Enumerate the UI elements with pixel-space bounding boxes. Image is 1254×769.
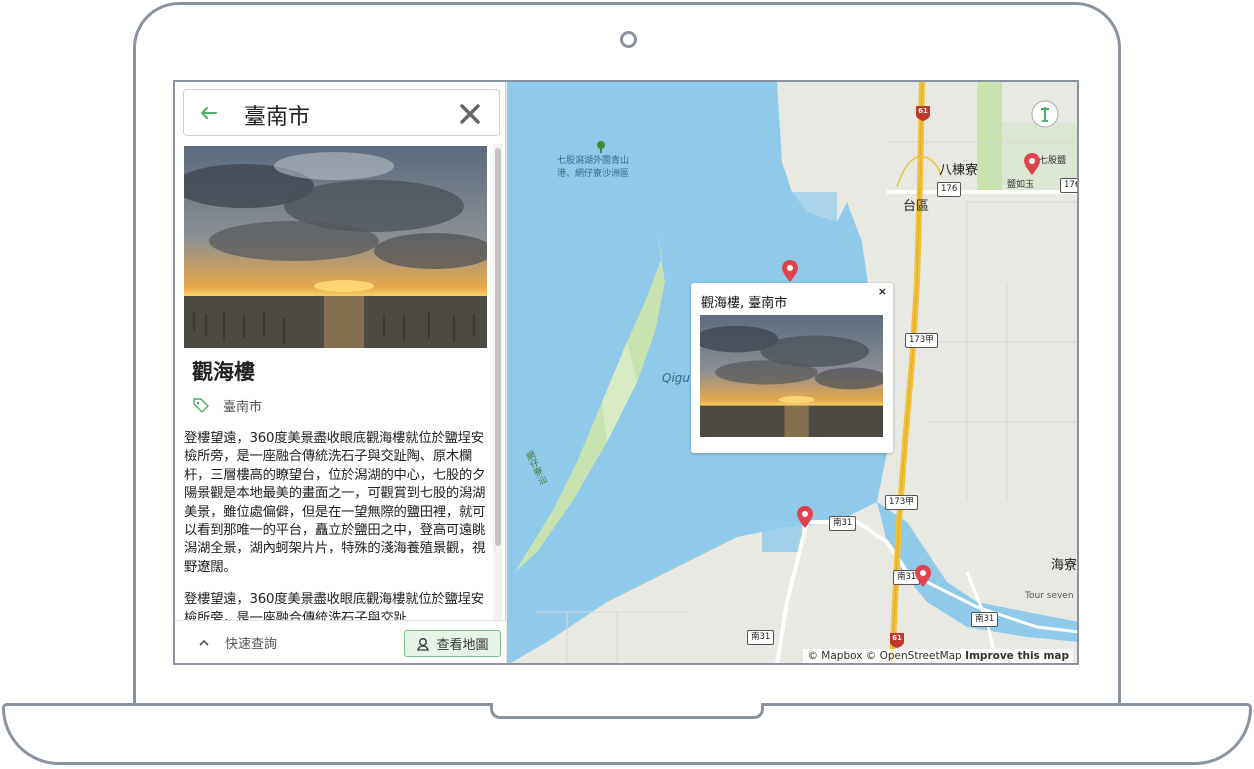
map-canvas[interactable]: 七股潟湖外圍青山 港、網仔寮沙洲區 八棟寮 台區 Qigu 網仔寮汕 海寮 To…: [507, 82, 1078, 663]
attribution-mapbox[interactable]: © Mapbox: [807, 650, 862, 662]
search-query[interactable]: 臺南市: [244, 99, 310, 131]
place-description: 登樓望遠，360度美景盡收眼底觀海樓就位於鹽埕安檢所旁，是一座融合傳統洗石子與交…: [184, 430, 489, 620]
map-marker-icon[interactable]: [915, 565, 931, 587]
app-screen: 臺南市 觀海樓 臺南市 登樓望遠，360度美景盡收眼底觀海樓就位於鹽埕安檢所旁，…: [173, 80, 1079, 665]
attribution-osm[interactable]: © OpenStreetMap: [866, 650, 962, 662]
map-label-park2: 港、網仔寮沙洲區: [557, 169, 630, 179]
map-label-qigu: Qigu: [662, 371, 691, 385]
camera-icon: [620, 31, 637, 48]
description-paragraph: 登樓望遠，360度美景盡收眼底觀海樓就位於鹽埕安檢所旁，是一座融合傳統洗石子與交…: [184, 431, 486, 575]
place-category: 臺南市: [223, 400, 263, 415]
popup-close-button[interactable]: ×: [878, 285, 887, 298]
place-title: 觀海樓: [192, 360, 255, 384]
chevron-up-icon: [199, 639, 209, 646]
road-176-shield: 176: [1060, 178, 1077, 193]
map-label-yanru: 鹽如玉: [1007, 180, 1035, 190]
map-pin-icon: [417, 637, 430, 651]
highway-61-label: 61: [892, 634, 902, 642]
quick-search-toggle[interactable]: 快速查詢: [197, 633, 277, 652]
popup-photo: [700, 315, 883, 437]
quick-search-label: 快速查詢: [225, 637, 278, 652]
map-attribution: © Mapbox © OpenStreetMap Improve this ma…: [803, 649, 1073, 663]
popup-title: 觀海樓, 臺南市: [701, 296, 788, 311]
search-bar[interactable]: 臺南市: [183, 89, 500, 136]
scrollbar-thumb[interactable]: [495, 148, 501, 546]
map-label-taiqu: 台區: [903, 199, 930, 214]
laptop-notch: [490, 703, 764, 719]
map-marker-icon[interactable]: [782, 260, 798, 282]
map-marker-icon[interactable]: [797, 506, 813, 528]
map-label-haibian: 海寮: [1051, 558, 1078, 573]
detail-scroll-area[interactable]: 觀海樓 臺南市 登樓望遠，360度美景盡收眼底觀海樓就位於鹽埕安檢所旁，是一座融…: [175, 142, 506, 620]
map-label-qigu-salt: 七股鹽: [1039, 156, 1067, 166]
place-photo: [184, 146, 487, 348]
map-label-park: 七股潟湖外圍青山: [557, 156, 630, 166]
road-173a-shield: 173甲: [905, 333, 938, 348]
sidebar: 臺南市 觀海樓 臺南市 登樓望遠，360度美景盡收眼底觀海樓就位於鹽埕安檢所旁，…: [175, 82, 506, 663]
back-arrow-icon[interactable]: [196, 100, 222, 126]
road-176-shield: 176: [937, 182, 962, 197]
description-paragraph: 登樓望遠，360度美景盡收眼底觀海樓就位於鹽埕安檢所旁，是一座融合傳統洗石子與交…: [184, 592, 484, 620]
highway-61-label: 61: [918, 107, 928, 115]
improve-map-link[interactable]: Improve this map: [965, 650, 1069, 662]
road-nan31-shield: 南31: [747, 630, 775, 645]
map-label-tour: Tour seven: [1025, 591, 1074, 601]
road-nan31-shield: 南31: [829, 516, 857, 531]
map-popup: 觀海樓, 臺南市 ×: [691, 283, 893, 453]
view-map-label: 查看地圖: [436, 638, 489, 653]
view-map-button[interactable]: 查看地圖: [404, 630, 501, 657]
tag-icon: [193, 398, 209, 413]
close-icon[interactable]: [456, 100, 484, 128]
road-nan31-shield: 南31: [971, 612, 999, 627]
bottom-bar: 快速查詢 查看地圖: [175, 620, 506, 663]
road-173b-shield: 173甲: [885, 495, 918, 510]
map-label-bajia: 八棟寮: [939, 163, 979, 178]
map-marker-icon[interactable]: [1024, 153, 1040, 175]
